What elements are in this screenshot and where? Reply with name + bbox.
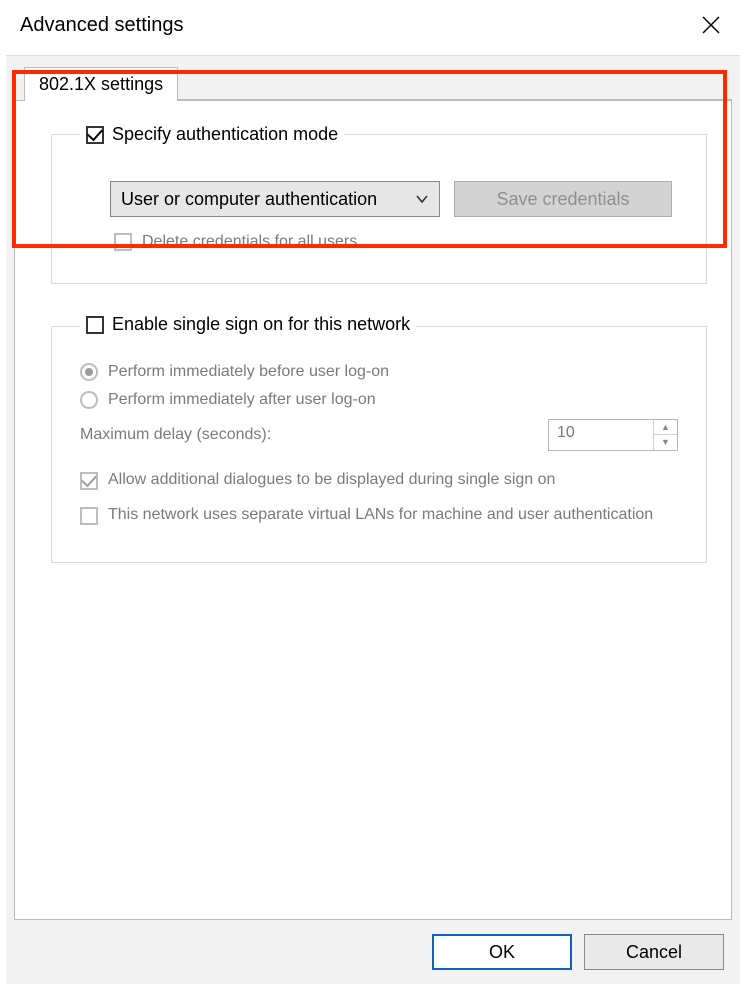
max-delay-value: 10 — [549, 420, 653, 450]
delete-credentials-label: Delete credentials for all users — [142, 233, 357, 251]
dialog-body: 802.1X settings Specify authentication m… — [6, 55, 740, 984]
chevron-down-icon — [415, 192, 429, 206]
dialog-title: Advanced settings — [20, 14, 700, 37]
perform-after-radio: Perform immediately after user log-on — [80, 391, 678, 409]
radio-icon — [80, 363, 98, 381]
perform-before-radio: Perform immediately before user log-on — [80, 363, 678, 381]
specify-auth-mode-checkbox[interactable]: Specify authentication mode — [86, 124, 338, 145]
separate-vlan-label: This network uses separate virtual LANs … — [108, 504, 653, 526]
separate-vlan-checkbox: This network uses separate virtual LANs … — [80, 504, 678, 526]
max-delay-label: Maximum delay (seconds): — [80, 426, 548, 444]
auth-mode-value: User or computer authentication — [121, 189, 415, 210]
cancel-button[interactable]: Cancel — [584, 934, 724, 970]
checkbox-icon — [80, 507, 98, 525]
tab-strip: 802.1X settings — [24, 66, 732, 100]
close-button[interactable] — [700, 14, 722, 36]
checkbox-icon — [86, 126, 104, 144]
close-icon — [701, 15, 721, 35]
perform-after-label: Perform immediately after user log-on — [108, 391, 376, 409]
checkbox-icon — [80, 472, 98, 490]
allow-dialogues-checkbox: Allow additional dialogues to be display… — [80, 469, 678, 491]
single-sign-on-group: Enable single sign on for this network P… — [51, 314, 707, 563]
perform-before-label: Perform immediately before user log-on — [108, 363, 389, 381]
checkbox-icon — [86, 316, 104, 334]
specify-auth-mode-label: Specify authentication mode — [112, 124, 338, 145]
delete-credentials-checkbox: Delete credentials for all users — [114, 233, 678, 251]
advanced-settings-dialog: Advanced settings 802.1X settings Specif… — [0, 0, 742, 986]
enable-sso-label: Enable single sign on for this network — [112, 314, 410, 335]
authentication-mode-group: Specify authentication mode User or comp… — [51, 123, 707, 284]
allow-dialogues-label: Allow additional dialogues to be display… — [108, 469, 555, 491]
spinner-arrows: ▲ ▼ — [653, 420, 677, 450]
auth-mode-combobox[interactable]: User or computer authentication — [110, 181, 440, 217]
tab-8021x-settings[interactable]: 802.1X settings — [24, 67, 178, 101]
checkbox-icon — [114, 233, 132, 251]
title-bar: Advanced settings — [0, 0, 742, 50]
save-credentials-button: Save credentials — [454, 181, 672, 217]
tab-panel: Specify authentication mode User or comp… — [14, 100, 732, 920]
dialog-button-row: OK Cancel — [432, 934, 724, 970]
radio-icon — [80, 391, 98, 409]
max-delay-spinner: 10 ▲ ▼ — [548, 419, 678, 451]
ok-button[interactable]: OK — [432, 934, 572, 970]
chevron-down-icon: ▼ — [654, 435, 677, 450]
chevron-up-icon: ▲ — [654, 420, 677, 436]
enable-sso-checkbox[interactable]: Enable single sign on for this network — [86, 314, 410, 335]
